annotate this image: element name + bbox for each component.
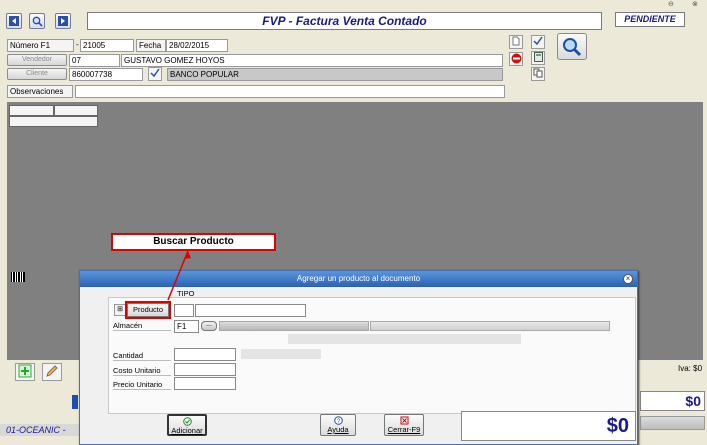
copy-icon	[533, 68, 543, 78]
arrow-left-icon	[9, 16, 19, 26]
almacen-extra-bar	[370, 321, 610, 331]
precio-label: Precio Unitario	[113, 380, 171, 390]
total-field: $0	[640, 391, 705, 411]
no-entry-icon	[511, 53, 521, 64]
check-lookup-icon	[150, 68, 160, 78]
next-record-button[interactable]	[55, 13, 71, 29]
cantidad-info-bar	[241, 349, 321, 359]
cantidad-input[interactable]	[174, 348, 236, 361]
bottom-gray-field	[640, 416, 705, 430]
close-door-icon	[400, 416, 408, 425]
status-text: PENDIENTE	[624, 14, 676, 24]
ayuda-button[interactable]: ? Ayuda	[320, 414, 356, 436]
new-document-icon	[512, 36, 520, 46]
fecha-label: Fecha	[136, 39, 166, 52]
producto-code-input[interactable]	[174, 304, 194, 317]
add-row-button[interactable]	[15, 363, 35, 381]
info-bar	[288, 334, 521, 344]
cliente-code-input[interactable]: 860007738	[69, 68, 143, 81]
callout-arrow	[167, 250, 191, 301]
cancel-button[interactable]	[509, 52, 523, 66]
iva-label: Iva: $0	[678, 364, 703, 373]
cliente-name-input[interactable]: BANCO POPULAR	[167, 68, 503, 81]
approve-button[interactable]	[531, 35, 545, 49]
costo-label: Costo Unitario	[113, 366, 171, 376]
producto-name-input[interactable]	[195, 304, 306, 317]
check-icon	[533, 36, 543, 46]
almacen-name-bar	[219, 321, 369, 331]
vendedor-code-input[interactable]: 07	[69, 54, 120, 67]
vendedor-name-input[interactable]: GUSTAVO GOMEZ HOYOS	[121, 54, 503, 67]
add-icon	[18, 364, 32, 378]
new-document-button[interactable]	[509, 35, 523, 49]
cerrar-button[interactable]: Cerrar-F9	[384, 414, 424, 436]
buscar-producto-callout: Buscar Producto	[111, 233, 276, 251]
almacen-input[interactable]: F1	[174, 320, 199, 333]
magnifier-icon	[32, 16, 43, 27]
almacen-dots-button[interactable]: ...	[201, 321, 217, 331]
precio-input[interactable]	[174, 377, 236, 390]
search-button[interactable]	[29, 13, 45, 29]
grid-header-cell	[54, 105, 98, 116]
window-title: FVP - Factura Venta Contado	[262, 14, 427, 28]
small-logo-icon	[72, 395, 78, 409]
observaciones-label: Observaciones	[7, 85, 73, 98]
grid-header-cell	[9, 105, 54, 116]
numero-separator: -	[76, 40, 79, 49]
help-icon: ?	[333, 416, 343, 425]
copy-button[interactable]	[531, 67, 545, 81]
status-badge: PENDIENTE	[615, 12, 685, 27]
arrow-right-icon	[58, 16, 68, 26]
edit-row-button[interactable]	[42, 363, 62, 381]
dialog-total-field: $0	[461, 411, 636, 441]
grid-header-row	[9, 116, 98, 127]
almacen-label: Almacén	[113, 321, 171, 331]
adicionar-button[interactable]: Adicionar	[167, 414, 207, 436]
close-window-icon[interactable]: ⊗	[692, 0, 702, 8]
calculator-icon	[533, 52, 543, 62]
total-value: $0	[685, 393, 701, 409]
check-circle-icon	[182, 417, 192, 426]
title-bar: FVP - Factura Venta Contado	[87, 12, 602, 30]
pencil-icon	[46, 365, 58, 377]
numero-input[interactable]: 21005	[80, 39, 134, 52]
dialog-close-button[interactable]: ×	[623, 274, 633, 284]
fecha-input[interactable]: 28/02/2015	[166, 39, 228, 52]
cliente-lookup-button[interactable]	[148, 67, 162, 81]
cliente-button[interactable]: Cliente	[7, 68, 67, 80]
barcode-icon	[11, 272, 25, 282]
minimize-icon[interactable]: ⊖	[668, 0, 678, 8]
costo-input[interactable]	[174, 363, 236, 376]
company-label: 01-OCEANIC -	[0, 424, 80, 436]
cantidad-label: Cantidad	[113, 351, 171, 361]
dialog-total-value: $0	[606, 415, 629, 437]
big-search-button[interactable]	[557, 33, 587, 60]
dialog-title: Agregar un producto al documento	[296, 274, 421, 283]
vendedor-button[interactable]: Vendedor	[7, 54, 67, 66]
calculator-button[interactable]	[531, 51, 545, 65]
first-record-button[interactable]	[6, 13, 22, 29]
numero-label: Número F1	[7, 39, 74, 52]
observaciones-input[interactable]	[75, 85, 505, 98]
magnifier-icon	[563, 37, 582, 56]
